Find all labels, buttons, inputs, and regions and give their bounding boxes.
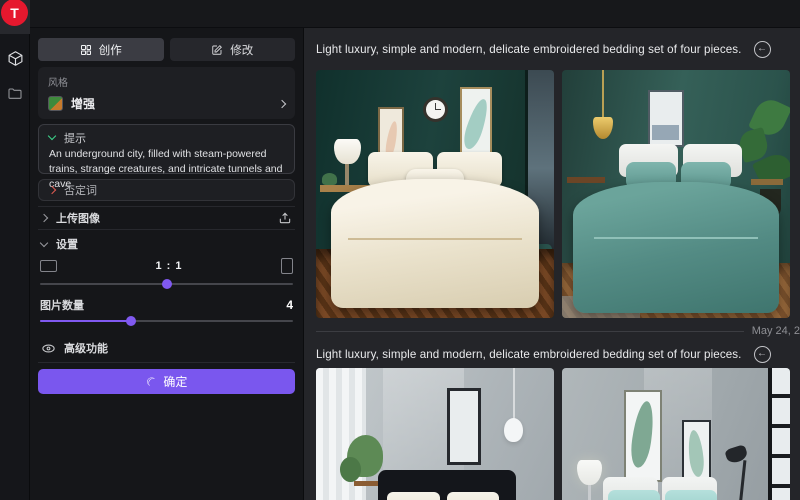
slider-thumb[interactable] [126,316,136,326]
app-window: T 创作 修改 风格 增强 [0,0,800,500]
advanced-features-row[interactable]: 高级功能 [41,339,292,357]
divider [38,362,295,363]
assets-cube-icon[interactable] [0,46,30,70]
generation-caption: Light luxury, simple and modern, delicat… [316,43,742,56]
advanced-label: 高级功能 [64,340,108,356]
tab-create[interactable]: 创作 [38,38,164,61]
aspect-ratio-slider[interactable] [40,278,293,290]
tab-modify[interactable]: 修改 [170,38,296,61]
image-count-value: 4 [286,298,293,312]
reuse-prompt-icon[interactable]: ← [754,346,771,363]
upload-label: 上传图像 [56,210,100,226]
aspect-ratio-value: 1 : 1 [155,260,182,272]
chevron-down-icon [48,132,56,140]
chevron-down-icon [40,238,48,246]
crescent-moon-icon: ☾ [143,373,160,391]
image-row [316,368,790,500]
style-section-label: 风格 [48,74,285,89]
slider-thumb[interactable] [162,279,172,289]
generation-caption-row: Light luxury, simple and modern, delicat… [316,40,794,58]
landscape-ratio-icon[interactable] [40,260,57,272]
date-divider-row: May 24, 2 [316,324,800,338]
negative-section-label: 否定词 [64,182,97,198]
reuse-prompt-icon[interactable]: ← [754,41,771,58]
tab-create-label: 创作 [99,42,122,58]
portrait-ratio-icon[interactable] [281,258,293,274]
mode-tabs: 创作 修改 [38,38,295,61]
eye-icon [41,341,56,356]
aspect-ratio-row: 1 : 1 [40,257,293,275]
confirm-button[interactable]: ☾ 确定 [38,369,295,394]
image-count-slider[interactable] [40,315,293,327]
upload-icon [278,211,292,225]
negative-words-card[interactable]: 否定词 [38,179,295,201]
files-folder-icon[interactable] [0,82,30,106]
image-count-label: 图片数量 [40,297,84,313]
top-bar [30,0,800,28]
generation-panel: 创作 修改 风格 增强 提示 An underground city, fill… [30,28,304,500]
create-grid-icon [80,44,92,56]
style-value: 增强 [71,95,95,112]
style-thumbnail [48,96,63,111]
icon-rail: T [0,0,30,500]
edit-pencil-icon [211,44,223,56]
settings-label: 设置 [56,236,78,252]
chevron-right-icon [278,99,286,107]
settings-section-header[interactable]: 设置 [38,235,295,253]
results-feed[interactable]: Light luxury, simple and modern, delicat… [304,28,800,500]
image-row [316,70,790,318]
generation-caption-row: Light luxury, simple and modern, delicat… [316,345,794,363]
upload-image-row[interactable]: 上传图像 [38,206,295,230]
generated-image-1[interactable] [316,70,554,318]
date-label: May 24, 2 [752,325,800,337]
tab-modify-label: 修改 [230,42,253,58]
divider [316,331,744,332]
generation-caption: Light luxury, simple and modern, delicat… [316,348,742,361]
prompt-card[interactable]: 提示 An underground city, filled with stea… [38,124,295,174]
generated-image-3[interactable] [316,368,554,500]
prompt-section-label: 提示 [64,130,86,146]
style-card[interactable]: 风格 增强 [38,67,295,119]
chevron-right-icon [40,214,48,222]
generated-image-4[interactable] [562,368,790,500]
app-logo[interactable]: T [1,0,28,26]
generated-image-2[interactable] [562,70,790,318]
confirm-label: 确定 [163,373,187,390]
